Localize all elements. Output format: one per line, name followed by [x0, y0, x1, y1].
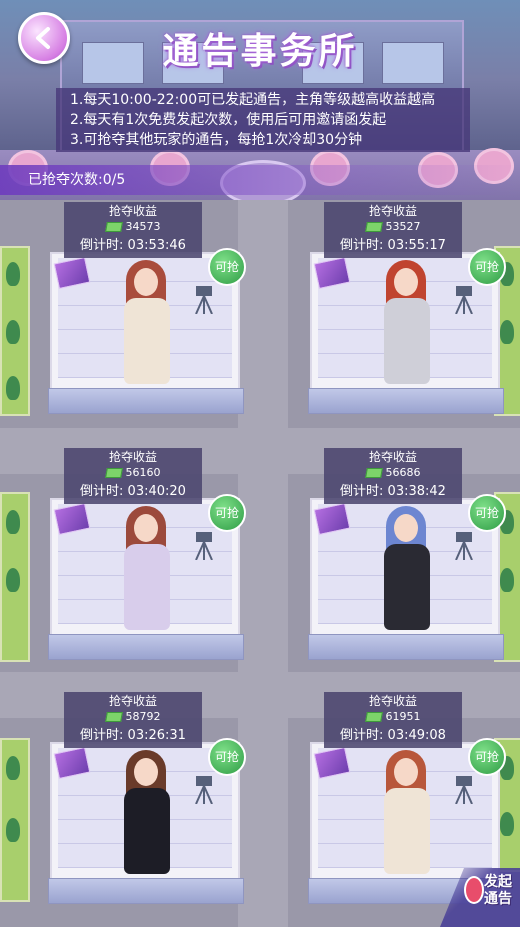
character-portrait	[372, 260, 442, 384]
launch-label: 发起 通告	[484, 874, 512, 907]
character-outfit	[124, 788, 170, 874]
reward-amount-row: 34573	[64, 219, 202, 235]
reward-amount-row: 61951	[324, 709, 462, 725]
reward-amount: 53527	[385, 220, 421, 233]
reward-banner: 抢夺收益 56160 倒计时: 03:40:20	[64, 448, 202, 504]
character-face	[394, 268, 418, 296]
countdown-timer: 倒计时: 03:49:08	[340, 728, 446, 743]
reward-banner: 抢夺收益 34573 倒计时: 03:53:46	[64, 202, 202, 258]
tree	[6, 376, 20, 400]
countdown-timer: 倒计时: 03:38:42	[340, 484, 446, 499]
announcement-card[interactable]: 抢夺收益 56160 倒计时: 03:40:20 可抢	[48, 448, 246, 660]
tree	[500, 320, 514, 344]
character-outfit	[384, 788, 430, 874]
tree	[6, 510, 20, 534]
pin-icon	[464, 876, 484, 904]
character-portrait	[112, 750, 182, 874]
cash-icon	[104, 468, 123, 478]
camera-icon	[455, 776, 473, 804]
cash-icon	[364, 468, 383, 478]
reward-label: 抢夺收益	[368, 450, 417, 464]
reward-amount: 61951	[385, 710, 421, 723]
tree	[500, 568, 514, 592]
announcement-card[interactable]: 抢夺收益 56686 倒计时: 03:38:42 可抢	[308, 448, 506, 660]
reward-amount-row: 56160	[64, 465, 202, 481]
character-face	[394, 758, 418, 786]
character-portrait	[372, 506, 442, 630]
card-base	[48, 634, 244, 660]
character-outfit	[124, 544, 170, 630]
grab-button[interactable]: 可抢	[468, 738, 506, 776]
card-base	[308, 388, 504, 414]
character-face	[134, 268, 158, 296]
countdown-timer: 倒计时: 03:53:46	[80, 238, 186, 253]
reward-banner: 抢夺收益 61951 倒计时: 03:49:08	[324, 692, 462, 748]
camera-icon	[195, 286, 213, 314]
reward-label: 抢夺收益	[368, 694, 417, 708]
grab-button[interactable]: 可抢	[468, 494, 506, 532]
camera-icon	[455, 286, 473, 314]
reward-banner: 抢夺收益 53527 倒计时: 03:55:17	[324, 202, 462, 258]
reward-amount: 58792	[125, 710, 161, 723]
card-base	[48, 878, 244, 904]
rule-line: 1.每天10:00-22:00可已发起通告，主角等级越高收益越高	[70, 92, 436, 108]
page-title: 通告事务所	[162, 30, 358, 72]
tree	[6, 818, 20, 842]
card-base	[308, 634, 504, 660]
grab-button[interactable]: 可抢	[208, 494, 246, 532]
cash-icon	[364, 222, 383, 232]
character-outfit	[124, 298, 170, 384]
reward-label: 抢夺收益	[108, 204, 157, 218]
camera-icon	[195, 776, 213, 804]
character-outfit	[384, 298, 430, 384]
countdown-timer: 倒计时: 03:40:20	[80, 484, 186, 499]
character-face	[134, 758, 158, 786]
reward-amount-row: 58792	[64, 709, 202, 725]
character-portrait	[112, 260, 182, 384]
grab-count-bar: 已抢夺次数:0/5	[0, 165, 520, 195]
announcement-card[interactable]: 抢夺收益 61951 倒计时: 03:49:08 可抢	[308, 692, 506, 904]
reward-amount-row: 53527	[324, 219, 462, 235]
character-portrait	[112, 506, 182, 630]
announcement-card[interactable]: 抢夺收益 34573 倒计时: 03:53:46 可抢	[48, 202, 246, 414]
card-base	[48, 388, 244, 414]
countdown-timer: 倒计时: 03:26:31	[80, 728, 186, 743]
character-outfit	[384, 544, 430, 630]
reward-amount: 56160	[125, 466, 161, 479]
character-portrait	[372, 750, 442, 874]
reward-label: 抢夺收益	[108, 450, 157, 464]
rule-line: 2.每天有1次免费发起次数，使用后可用邀请函发起	[70, 112, 387, 128]
announcement-card[interactable]: 抢夺收益 53527 倒计时: 03:55:17 可抢	[308, 202, 506, 414]
rules-panel: 1.每天10:00-22:00可已发起通告，主角等级越高收益越高 2.每天有1次…	[56, 88, 470, 152]
reward-banner: 抢夺收益 56686 倒计时: 03:38:42	[324, 448, 462, 504]
tree	[6, 756, 20, 780]
reward-label: 抢夺收益	[368, 204, 417, 218]
cash-icon	[364, 712, 383, 722]
tree	[6, 320, 20, 344]
camera-icon	[455, 532, 473, 560]
character-face	[394, 514, 418, 542]
reward-amount: 34573	[125, 220, 161, 233]
camera-icon	[195, 532, 213, 560]
grab-button[interactable]: 可抢	[208, 738, 246, 776]
grab-button[interactable]: 可抢	[208, 248, 246, 286]
tree	[500, 812, 514, 836]
reward-amount: 56686	[385, 466, 421, 479]
countdown-timer: 倒计时: 03:55:17	[340, 238, 446, 253]
cash-icon	[104, 222, 123, 232]
tree	[6, 568, 20, 592]
tree	[6, 262, 20, 286]
reward-label: 抢夺收益	[108, 694, 157, 708]
rule-line: 3.可抢夺其他玩家的通告，每抢1次冷却30分钟	[70, 132, 363, 148]
grab-button[interactable]: 可抢	[468, 248, 506, 286]
reward-amount-row: 56686	[324, 465, 462, 481]
cash-icon	[104, 712, 123, 722]
character-face	[134, 514, 158, 542]
announcement-card[interactable]: 抢夺收益 58792 倒计时: 03:26:31 可抢	[48, 692, 246, 904]
road	[238, 200, 288, 927]
reward-banner: 抢夺收益 58792 倒计时: 03:26:31	[64, 692, 202, 748]
